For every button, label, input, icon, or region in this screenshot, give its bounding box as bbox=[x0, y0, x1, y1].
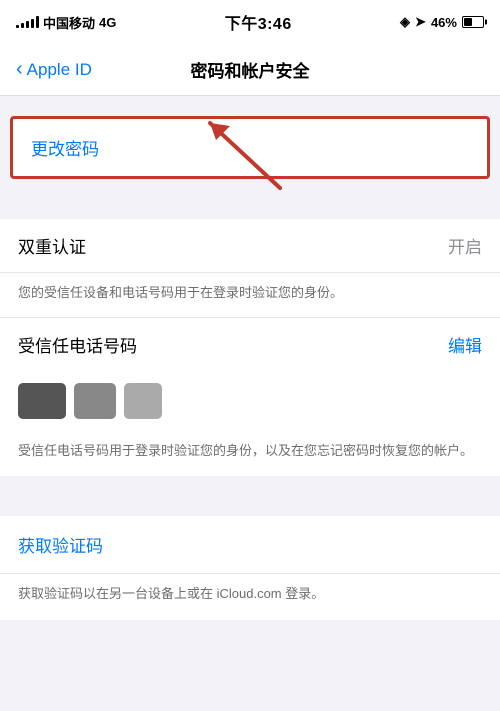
edit-button[interactable]: 编辑 bbox=[448, 332, 482, 357]
two-factor-status: 开启 bbox=[448, 233, 482, 258]
status-indicators: ◈ ➤ 46% bbox=[400, 14, 484, 30]
status-bar: 中国移动 4G 下午3:46 ◈ ➤ 46% bbox=[0, 0, 500, 44]
change-password-label: 更改密码 bbox=[31, 140, 99, 159]
status-time: 下午3:46 bbox=[225, 10, 292, 34]
get-code-description: 获取验证码以在另一台设备上或在 iCloud.com 登录。 bbox=[0, 574, 500, 620]
location-icon: ◈ bbox=[400, 14, 410, 30]
two-factor-label: 双重认证 bbox=[18, 233, 86, 258]
carrier-info: 中国移动 4G bbox=[16, 13, 116, 32]
nav-bar: ‹ Apple ID 密码和帐户安全 bbox=[0, 44, 500, 96]
signal-icon bbox=[16, 16, 39, 28]
content-area: 更改密码 双重认证 开启 您的受信任设备和电话号码用于在登录时验证您的身份。 受… bbox=[0, 96, 500, 640]
carrier-name: 中国移动 bbox=[43, 13, 95, 32]
back-label: Apple ID bbox=[27, 60, 92, 80]
arrow-annotation bbox=[180, 108, 300, 203]
two-factor-header: 双重认证 开启 bbox=[0, 219, 500, 273]
page-title: 密码和帐户安全 bbox=[191, 57, 310, 82]
phone-thumb-3 bbox=[124, 383, 162, 419]
section-gap-2 bbox=[0, 476, 500, 496]
battery-percent: 46% bbox=[431, 15, 457, 30]
get-code-section: 获取验证码 获取验证码以在另一台设备上或在 iCloud.com 登录。 bbox=[0, 516, 500, 620]
phone-thumb-2 bbox=[74, 383, 116, 419]
chevron-left-icon: ‹ bbox=[16, 59, 23, 79]
two-factor-section: 双重认证 开启 您的受信任设备和电话号码用于在登录时验证您的身份。 受信任电话号… bbox=[0, 219, 500, 476]
two-factor-description: 您的受信任设备和电话号码用于在登录时验证您的身份。 bbox=[0, 273, 500, 318]
network-type: 4G bbox=[99, 15, 116, 30]
phone-thumbnails bbox=[0, 371, 500, 431]
back-button[interactable]: ‹ Apple ID bbox=[16, 60, 92, 80]
trusted-phone-label: 受信任电话号码 bbox=[18, 332, 137, 357]
gps-icon: ➤ bbox=[415, 14, 426, 30]
get-code-row[interactable]: 获取验证码 bbox=[0, 516, 500, 574]
get-code-label: 获取验证码 bbox=[18, 537, 103, 556]
phone-thumb-1 bbox=[18, 383, 66, 419]
battery-icon bbox=[462, 16, 484, 28]
trusted-phone-row[interactable]: 受信任电话号码 编辑 bbox=[0, 318, 500, 371]
trusted-description: 受信任电话号码用于登录时验证您的身份，以及在您忘记密码时恢复您的帐户。 bbox=[0, 431, 500, 477]
